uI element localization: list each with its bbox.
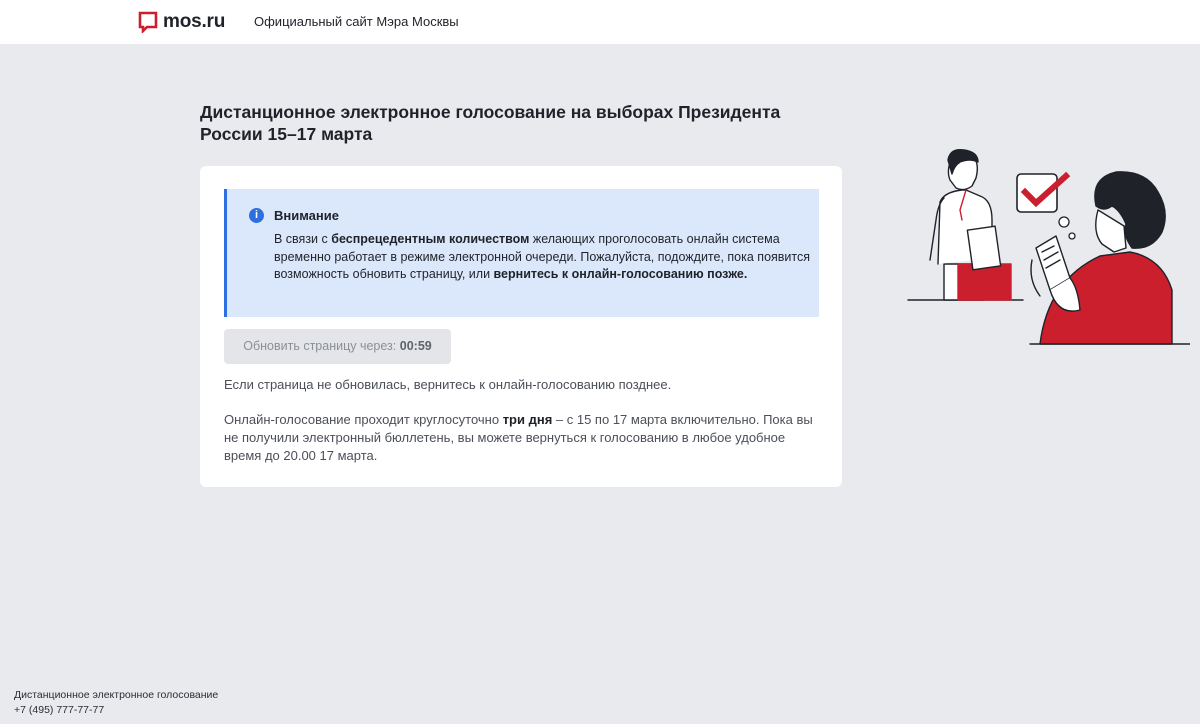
refresh-label: Обновить страницу через: <box>243 339 397 353</box>
queue-card: i Внимание В связи с беспрецедентным кол… <box>200 166 842 487</box>
notice-emphasis-return: вернитесь к онлайн-голосованию позже. <box>493 267 748 281</box>
notice-emphasis: беспрецедентным количеством <box>331 232 530 246</box>
mos-ru-logo[interactable]: mos.ru <box>138 10 225 34</box>
footer-service-name: Дистанционное электронное голосование <box>14 689 219 701</box>
footer-phone[interactable]: +7 (495) 777-77-77 <box>14 703 218 718</box>
site-header: mos.ru Официальный сайт Мэра Москвы <box>0 0 1200 44</box>
notice-title: Внимание <box>274 208 339 223</box>
voting-illustration <box>907 149 1190 345</box>
header-tagline: Официальный сайт Мэра Москвы <box>254 14 459 29</box>
man-at-ballot-box-illustration <box>907 149 1024 301</box>
attention-notice: i Внимание В связи с беспрецедентным кол… <box>224 189 819 317</box>
notice-text: В связи с беспрецедентным количеством же… <box>274 232 811 281</box>
speech-bubble-logo-icon <box>138 11 158 33</box>
info-icon: i <box>249 208 264 223</box>
footer: Дистанционное электронное голосование +7… <box>14 688 218 718</box>
refresh-page-button[interactable]: Обновить страницу через: 00:59 <box>224 329 451 364</box>
info-paragraph-1: Если страница не обновилась, вернитесь к… <box>224 377 672 392</box>
logo-text: mos.ru <box>163 11 226 32</box>
checkmark-bubble-icon <box>1016 171 1076 240</box>
info-paragraph-2: Онлайн-голосование проходит круглосуточн… <box>224 412 813 463</box>
page-title: Дистанционное электронное голосование на… <box>200 102 781 144</box>
three-days-emphasis: три дня <box>502 412 553 427</box>
refresh-timer: 00:59 <box>399 339 432 353</box>
